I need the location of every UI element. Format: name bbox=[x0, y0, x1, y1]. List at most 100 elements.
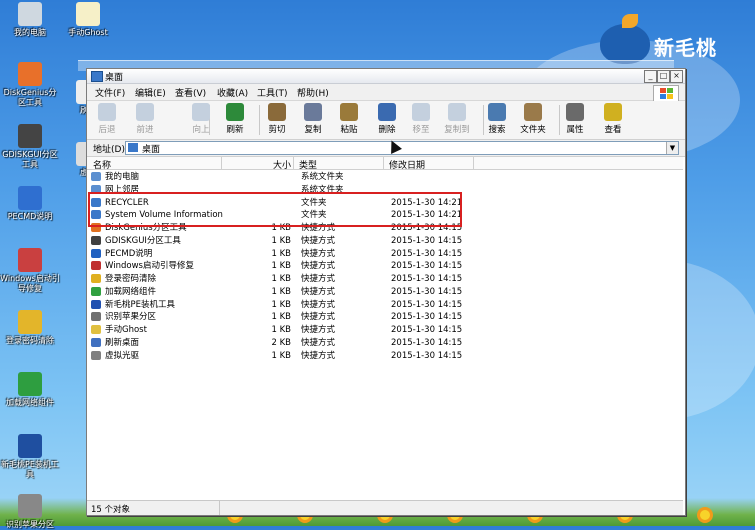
file-size: 1 KB bbox=[271, 299, 291, 310]
file-row[interactable]: 登录密码清除 1 KB 快捷方式 2015-1-30 14:15 bbox=[87, 273, 467, 285]
flower-decoration bbox=[700, 510, 710, 520]
search-icon bbox=[488, 103, 506, 121]
toolbar: 后退 前进 向上 刷新 剪切 复制 粘贴 删除 移至 复制到 搜索 文件夹 属性 查看 bbox=[87, 101, 685, 140]
window-title: 桌面 bbox=[105, 73, 124, 83]
file-row[interactable]: Windows启动引导修复 1 KB 快捷方式 2015-1-30 14:15 bbox=[87, 260, 467, 272]
desktop-icon[interactable]: DiskGenius分区工具 bbox=[0, 62, 60, 108]
file-row[interactable]: RECYCLER 文件夹 2015-1-30 14:21 bbox=[87, 197, 467, 209]
file-row[interactable]: PECMD说明 1 KB 快捷方式 2015-1-30 14:15 bbox=[87, 248, 467, 260]
menu-view[interactable]: 查看(V) bbox=[175, 86, 206, 99]
file-size: 1 KB bbox=[271, 286, 291, 297]
desktop-icon[interactable]: 我的电脑 bbox=[0, 2, 60, 38]
column-divider bbox=[293, 157, 294, 169]
file-row[interactable]: 我的电脑 系统文件夹 bbox=[87, 171, 467, 183]
desktop-icon[interactable]: 识别苹果分区 bbox=[0, 494, 60, 530]
toolbar-button-copy[interactable]: 复制 bbox=[295, 103, 331, 135]
title-bar[interactable]: 桌面 _ □ × bbox=[87, 69, 685, 84]
file-name: 刷新桌面 bbox=[105, 337, 140, 348]
menu-bar: 文件(F) 编辑(E) 查看(V) 收藏(A) 工具(T) 帮助(H) bbox=[87, 84, 685, 102]
copy-icon bbox=[304, 103, 322, 121]
toolbar-button-refresh[interactable]: 刷新 bbox=[217, 103, 253, 135]
file-name: GDISKGUI分区工具 bbox=[105, 235, 181, 246]
help-icon bbox=[18, 186, 42, 210]
file-name: RECYCLER bbox=[105, 197, 149, 208]
file-size: 2 KB bbox=[271, 337, 291, 348]
toolbar-button-scissors[interactable]: 剪切 bbox=[259, 103, 295, 135]
menu-favorites[interactable]: 收藏(A) bbox=[217, 86, 248, 99]
toolbar-button-views[interactable]: 查看 bbox=[595, 103, 631, 135]
toolbar-button-forward-arrow[interactable]: 前进 bbox=[127, 103, 163, 135]
scissors-icon bbox=[268, 103, 286, 121]
column-date[interactable]: 修改日期 bbox=[389, 158, 425, 171]
views-icon bbox=[604, 103, 622, 121]
file-row[interactable]: DiskGenius分区工具 1 KB 快捷方式 2015-1-30 14:15 bbox=[87, 222, 467, 234]
column-size[interactable]: 大小 bbox=[273, 158, 291, 171]
file-row[interactable]: 虚拟光驱 1 KB 快捷方式 2015-1-30 14:15 bbox=[87, 350, 467, 362]
toolbar-button-delete[interactable]: 删除 bbox=[369, 103, 405, 135]
file-date: 2015-1-30 14:15 bbox=[391, 261, 463, 272]
file-date: 2015-1-30 14:15 bbox=[391, 223, 463, 233]
toolbar-button-back-arrow[interactable]: 后退 bbox=[89, 103, 125, 135]
file-size: 1 KB bbox=[271, 312, 291, 323]
file-icon bbox=[91, 172, 101, 181]
file-name: Windows启动引导修复 bbox=[105, 261, 194, 272]
file-icon bbox=[91, 184, 101, 194]
diskgenius-icon bbox=[18, 62, 42, 86]
toolbar-button-move-to[interactable]: 移至 bbox=[403, 103, 439, 135]
file-date: 2015-1-30 14:15 bbox=[391, 337, 463, 348]
menu-help[interactable]: 帮助(H) bbox=[297, 86, 329, 99]
toolbar-button-label: 复制 bbox=[304, 125, 322, 135]
file-row[interactable]: 网上邻居 系统文件夹 bbox=[87, 184, 467, 196]
file-row[interactable]: 加载网络组件 1 KB 快捷方式 2015-1-30 14:15 bbox=[87, 286, 467, 298]
file-row[interactable]: 刷新桌面 2 KB 快捷方式 2015-1-30 14:15 bbox=[87, 337, 467, 349]
file-date: 2015-1-30 14:15 bbox=[391, 286, 463, 297]
paste-icon bbox=[340, 103, 358, 121]
file-row[interactable]: System Volume Information 文件夹 2015-1-30 14… bbox=[87, 209, 467, 221]
file-type: 系统文件夹 bbox=[301, 172, 344, 182]
file-icon bbox=[91, 223, 101, 232]
delete-icon bbox=[378, 103, 396, 121]
desktop-icon[interactable]: PECMD说明 bbox=[0, 186, 60, 222]
address-dropdown-button[interactable]: ▼ bbox=[666, 142, 678, 154]
file-type: 快捷方式 bbox=[301, 248, 336, 259]
toolbar-button-folders[interactable]: 文件夹 bbox=[515, 103, 551, 135]
file-name: PECMD说明 bbox=[105, 248, 153, 259]
desktop-icon[interactable]: 新毛桃PE装机工具 bbox=[0, 434, 60, 480]
toolbar-button-label: 复制到 bbox=[444, 125, 470, 135]
file-row[interactable]: 新毛桃PE装机工具 1 KB 快捷方式 2015-1-30 14:15 bbox=[87, 299, 467, 311]
installer-icon bbox=[18, 434, 42, 458]
file-icon bbox=[91, 312, 101, 322]
move-to-icon bbox=[412, 103, 430, 121]
desktop-icon[interactable]: Windows启动引导修复 bbox=[0, 248, 60, 294]
file-icon bbox=[91, 337, 101, 347]
column-name[interactable]: 名称 bbox=[93, 158, 111, 171]
file-row[interactable]: 识别苹果分区 1 KB 快捷方式 2015-1-30 14:15 bbox=[87, 311, 467, 323]
toolbar-button-copy-to[interactable]: 复制到 bbox=[439, 103, 475, 135]
toolbar-button-label: 刷新 bbox=[226, 125, 244, 135]
column-type[interactable]: 类型 bbox=[299, 158, 317, 171]
ghost-icon bbox=[76, 2, 100, 26]
toolbar-button-paste[interactable]: 粘贴 bbox=[331, 103, 367, 135]
toolbar-button-up-arrow[interactable]: 向上 bbox=[183, 103, 219, 135]
file-row[interactable]: GDISKGUI分区工具 1 KB 快捷方式 2015-1-30 14:15 bbox=[87, 235, 467, 247]
status-object-count: 15 个对象 bbox=[91, 505, 131, 515]
toolbar-button-properties[interactable]: 属性 bbox=[557, 103, 593, 135]
menu-file[interactable]: 文件(F) bbox=[95, 86, 125, 99]
desktop-icon[interactable]: 手动Ghost bbox=[58, 2, 118, 38]
desktop-icon[interactable]: 登录密码清除 bbox=[0, 310, 60, 346]
file-type: 文件夹 bbox=[301, 210, 327, 221]
close-button[interactable]: × bbox=[670, 70, 683, 83]
maximize-button[interactable]: □ bbox=[657, 70, 670, 83]
menu-edit[interactable]: 编辑(E) bbox=[135, 86, 166, 99]
desktop-icon[interactable]: 加载网络组件 bbox=[0, 372, 60, 408]
toolbar-button-search[interactable]: 搜索 bbox=[479, 103, 515, 135]
menu-tools[interactable]: 工具(T) bbox=[257, 86, 288, 99]
forward-arrow-icon bbox=[136, 103, 154, 121]
minimize-button[interactable]: _ bbox=[644, 70, 657, 83]
desktop-icon[interactable]: GDISKGUI分区工具 bbox=[0, 124, 60, 170]
file-type: 快捷方式 bbox=[301, 312, 336, 323]
up-arrow-icon bbox=[192, 103, 210, 121]
file-size: 1 KB bbox=[271, 235, 291, 246]
desktop-icon-label: PECMD说明 bbox=[7, 212, 53, 221]
file-row[interactable]: 手动Ghost 1 KB 快捷方式 2015-1-30 14:15 bbox=[87, 324, 467, 336]
